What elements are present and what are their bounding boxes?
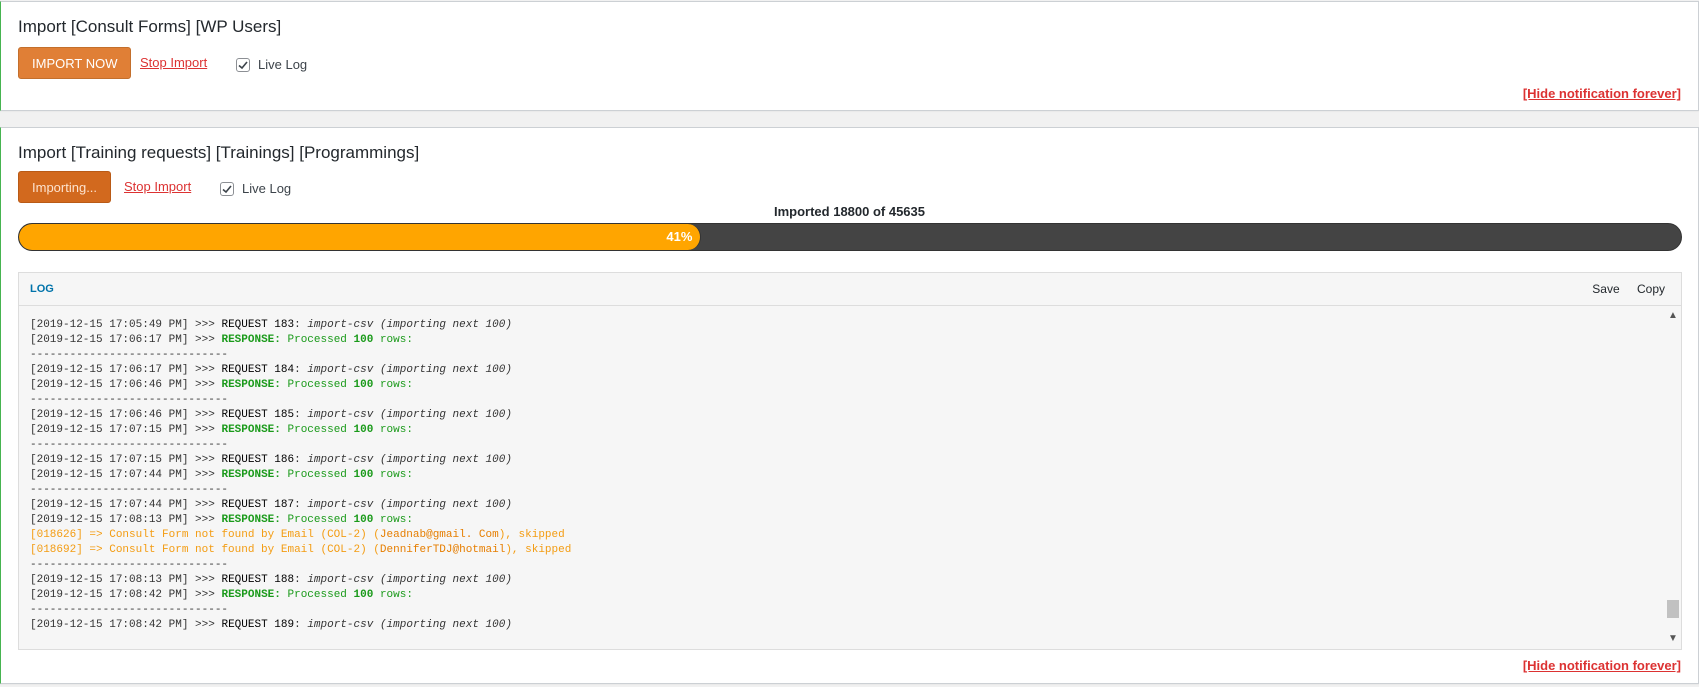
log-line: [2019-12-15 17:06:17 PM] >>> REQUEST 184…: [30, 364, 512, 376]
notice-title: Import [Training requests] [Trainings] […: [18, 143, 420, 162]
log-line: [2019-12-15 17:08:42 PM] >>> RESPONSE: P…: [30, 589, 413, 601]
checkmark-icon: [238, 60, 248, 69]
log-line: [2019-12-15 17:07:44 PM] >>> RESPONSE: P…: [30, 469, 413, 481]
live-log-toggle[interactable]: Live Log: [236, 57, 307, 72]
live-log-label: Live Log: [258, 57, 308, 72]
live-log-checkbox[interactable]: [236, 57, 250, 72]
progress-percent: 41%: [666, 229, 693, 244]
log-line: [2019-12-15 17:06:46 PM] >>> REQUEST 185…: [30, 409, 512, 421]
progress-bar-fill: 41%: [19, 224, 702, 250]
importing-button[interactable]: Importing...: [18, 171, 112, 203]
log-title: LOG: [30, 283, 54, 295]
hide-notification-link[interactable]: [Hide notification forever]: [1523, 658, 1681, 673]
import-now-button[interactable]: IMPORT NOW: [18, 47, 132, 79]
log-line: [2019-12-15 17:07:44 PM] >>> REQUEST 187…: [30, 499, 512, 511]
log-scrollbar[interactable]: ▲ ▼: [1665, 306, 1681, 649]
copy-log-button[interactable]: Copy: [1637, 282, 1665, 296]
log-line: [018626] => Consult Form not found by Em…: [30, 529, 565, 541]
progress-label: Imported 18800 of 45635: [773, 204, 926, 219]
log-line: ------------------------------: [30, 604, 229, 616]
hide-notification-link[interactable]: [Hide notification forever]: [1523, 86, 1681, 101]
log-line: [2019-12-15 17:08:42 PM] >>> REQUEST 189…: [30, 619, 512, 631]
progress-bar: 41%: [18, 223, 1682, 251]
import-notice-consult-forms: Import [Consult Forms] [WP Users] IMPORT…: [0, 1, 1699, 111]
log-line: [2019-12-15 17:06:17 PM] >>> RESPONSE: P…: [30, 334, 413, 346]
log-output[interactable]: [2019-12-15 17:05:49 PM] >>> REQUEST 183…: [19, 306, 1665, 649]
scroll-up-icon[interactable]: ▲: [1668, 311, 1678, 321]
log-line: ------------------------------: [30, 349, 229, 361]
log-line: ------------------------------: [30, 484, 229, 496]
log-actions: Save Copy: [1578, 282, 1665, 296]
log-line: ------------------------------: [30, 439, 229, 451]
stop-import-link[interactable]: Stop Import: [140, 55, 207, 70]
log-line: ------------------------------: [30, 394, 229, 406]
notice-title: Import [Consult Forms] [WP Users]: [18, 17, 282, 36]
scroll-thumb[interactable]: [1667, 600, 1679, 618]
save-log-button[interactable]: Save: [1592, 282, 1619, 296]
stop-import-link[interactable]: Stop Import: [124, 179, 191, 194]
log-line: [2019-12-15 17:08:13 PM] >>> REQUEST 188…: [30, 574, 512, 586]
live-log-label: Live Log: [242, 181, 292, 196]
log-panel: LOG Save Copy [2019-12-15 17:05:49 PM] >…: [18, 272, 1682, 650]
log-line: [2019-12-15 17:07:15 PM] >>> RESPONSE: P…: [30, 424, 413, 436]
checkmark-icon: [222, 184, 232, 193]
log-header: LOG Save Copy: [19, 273, 1681, 306]
log-line: ------------------------------: [30, 559, 229, 571]
live-log-checkbox[interactable]: [220, 181, 234, 196]
scroll-down-icon[interactable]: ▼: [1668, 634, 1678, 644]
log-line: [2019-12-15 17:06:46 PM] >>> RESPONSE: P…: [30, 379, 413, 391]
log-line: [2019-12-15 17:08:13 PM] >>> RESPONSE: P…: [30, 514, 413, 526]
log-line: [018692] => Consult Form not found by Em…: [30, 544, 572, 556]
live-log-toggle[interactable]: Live Log: [220, 181, 291, 196]
log-line: [2019-12-15 17:07:15 PM] >>> REQUEST 186…: [30, 454, 512, 466]
log-line: [2019-12-15 17:05:49 PM] >>> REQUEST 183…: [30, 319, 512, 331]
import-notice-training: Import [Training requests] [Trainings] […: [0, 127, 1699, 684]
